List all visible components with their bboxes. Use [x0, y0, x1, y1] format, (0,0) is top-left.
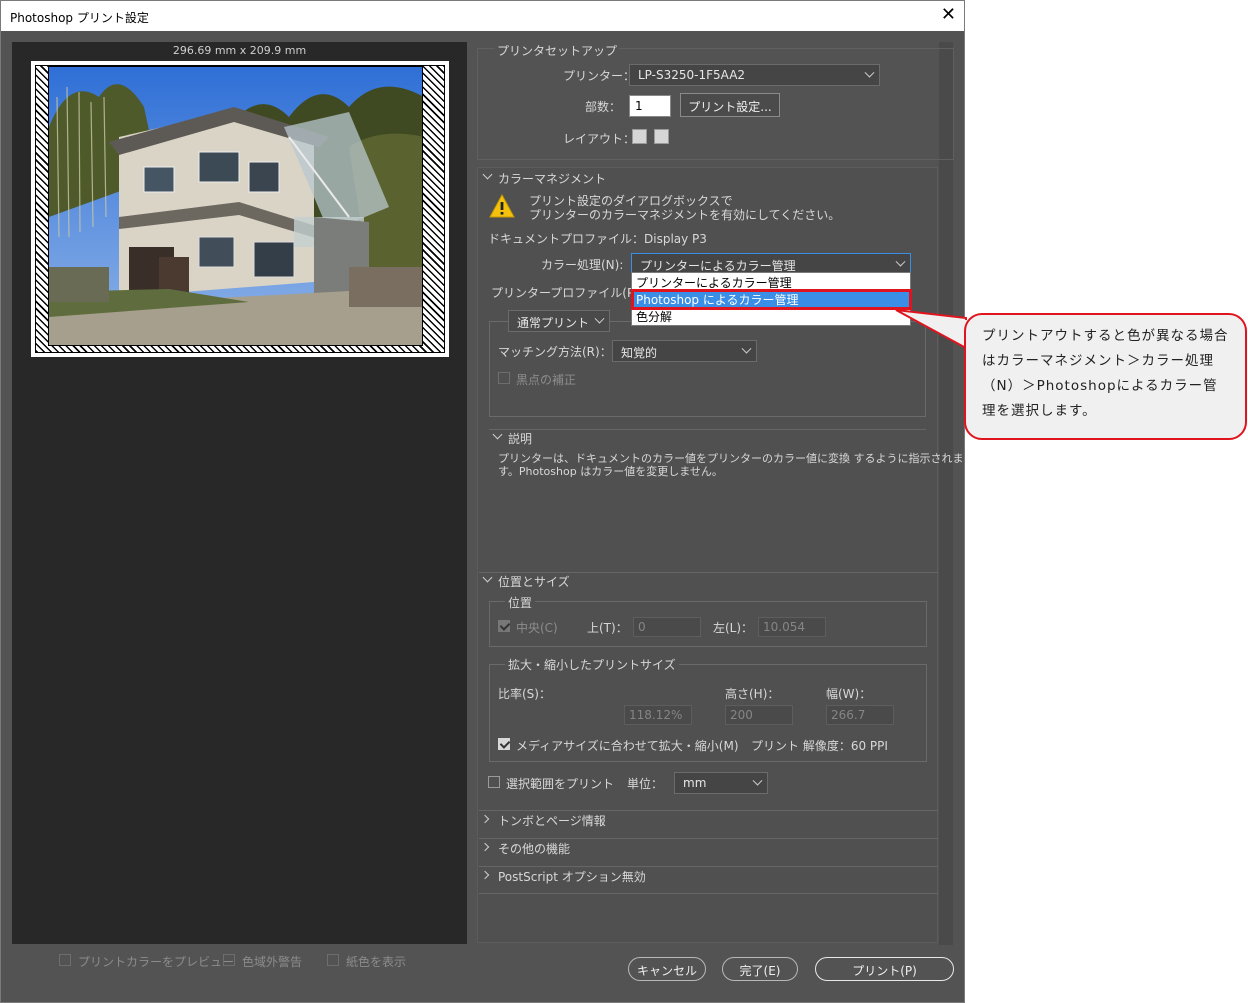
- left-input[interactable]: 10.054: [758, 617, 826, 637]
- copies-label: 部数：: [585, 100, 622, 114]
- print-selection-label: 選択範囲をプリント: [506, 777, 615, 791]
- chevron-down-icon: [752, 775, 763, 786]
- width-label: 幅(W)：: [826, 687, 872, 701]
- top-label: 上(T)：: [587, 621, 628, 635]
- show-paper-white-label: 紙色を表示: [346, 955, 407, 969]
- chevron-down-icon: [741, 343, 752, 354]
- chevron-down-icon: [864, 67, 875, 78]
- position-heading: 位置: [505, 594, 536, 611]
- printer-profile-label: プリンタープロファイル(P)：: [491, 286, 651, 300]
- rendering-select[interactable]: 知覚的: [612, 340, 757, 362]
- section-marks[interactable]: トンボとページ情報: [498, 812, 606, 829]
- document-profile: ドキュメントプロファイル：Display P3: [488, 232, 707, 246]
- print-button[interactable]: プリント(P): [815, 957, 954, 981]
- done-button[interactable]: 完了(E): [722, 957, 798, 981]
- color-management-heading[interactable]: カラーマネジメント: [498, 170, 606, 187]
- print-settings-button[interactable]: プリント設定...: [680, 93, 780, 117]
- width-input[interactable]: 266.7: [826, 705, 894, 725]
- gamut-warning-checkbox[interactable]: [223, 954, 235, 966]
- divider: [479, 866, 938, 867]
- paper-dimensions: 296.69 mm x 209.9 mm: [172, 44, 307, 57]
- center-checkbox[interactable]: [498, 620, 510, 632]
- printer-setup-heading: プリンタセットアップ: [495, 42, 620, 59]
- scaled-size-heading: 拡大・縮小したプリントサイズ: [505, 656, 679, 673]
- portrait-layout-icon[interactable]: [632, 129, 647, 144]
- height-label: 高さ(H)：: [725, 687, 780, 701]
- units-value: mm: [683, 776, 707, 790]
- preview-print-color-label: プリントカラーをプレビュー: [78, 955, 235, 969]
- preview-panel: 296.69 mm x 209.9 mm: [12, 42, 467, 944]
- printer-label: プリンター：: [563, 69, 636, 83]
- rendering-label: マッチング方法(R)：: [498, 345, 612, 359]
- show-paper-white-checkbox[interactable]: [327, 954, 339, 966]
- title-bar: Photoshop プリント設定 ✕: [1, 1, 964, 31]
- scale-label: 比率(S)：: [498, 687, 551, 701]
- gamut-warning-label: 色域外警告: [242, 955, 303, 969]
- print-resolution: プリント 解像度：60 PPI: [751, 739, 888, 753]
- printer-select-value: LP-S3250-1F5AA2: [638, 68, 746, 82]
- color-handling-label: カラー処理(N):: [541, 258, 624, 272]
- left-label: 左(L)：: [713, 621, 754, 635]
- units-label: 単位：: [627, 777, 664, 791]
- divider: [489, 429, 926, 430]
- highlight-box: [631, 289, 912, 310]
- description-heading[interactable]: 説明: [508, 430, 532, 447]
- top-input[interactable]: 0: [633, 617, 701, 637]
- position-size-heading[interactable]: 位置とサイズ: [498, 573, 570, 590]
- option-separations[interactable]: 色分解: [632, 308, 910, 325]
- copies-input[interactable]: 1: [629, 95, 671, 117]
- units-select[interactable]: mm: [674, 772, 768, 794]
- landscape-layout-icon[interactable]: [654, 129, 669, 144]
- rendering-value: 知覚的: [621, 346, 658, 360]
- divider: [479, 893, 938, 894]
- window-title: Photoshop プリント設定: [10, 11, 149, 25]
- callout-pointer: [895, 309, 968, 350]
- color-handling-value: プリンターによるカラー管理: [640, 259, 796, 273]
- photo-preview: [48, 66, 423, 346]
- section-postscript[interactable]: PostScript オプション無効: [498, 868, 646, 885]
- section-other-functions[interactable]: その他の機能: [498, 840, 570, 857]
- layout-label: レイアウト：: [563, 132, 636, 146]
- print-selection-checkbox[interactable]: [488, 776, 500, 788]
- printer-select[interactable]: LP-S3250-1F5AA2: [629, 64, 880, 86]
- chevron-down-icon: [895, 256, 906, 267]
- print-settings-window: Photoshop プリント設定 ✕ 296.69 mm x 209.9 mm: [0, 0, 965, 1003]
- chevron-down-icon: [594, 313, 605, 324]
- fit-media-checkbox[interactable]: [498, 738, 510, 750]
- warning-text-2: プリンターのカラーマネジメントを有効にしてください。: [529, 208, 841, 222]
- center-label: 中央(C): [516, 621, 558, 635]
- annotation-callout: プリントアウトすると色が異なる場合はカラーマネジメント＞カラー処理（N）＞Pho…: [964, 313, 1247, 440]
- description-line-2: す。Photoshop はカラー値を変更しません。: [498, 465, 723, 478]
- cancel-button[interactable]: キャンセル: [628, 957, 706, 981]
- preview-print-color-checkbox[interactable]: [59, 954, 71, 966]
- close-icon[interactable]: ✕: [941, 4, 956, 25]
- print-mode-select[interactable]: 通常プリント: [508, 310, 610, 332]
- height-input[interactable]: 200: [725, 705, 793, 725]
- divider: [479, 810, 938, 811]
- scale-input[interactable]: 118.12%: [624, 705, 692, 725]
- paper-preview: [31, 61, 449, 357]
- warning-icon: [489, 194, 515, 218]
- fit-media-label: メディアサイズに合わせて拡大・縮小(M): [516, 739, 739, 753]
- divider: [479, 838, 938, 839]
- options-scrollbar[interactable]: [939, 42, 953, 945]
- black-point-label: 黒点の補正: [516, 373, 577, 387]
- matching-section: [489, 321, 926, 417]
- print-mode-value: 通常プリント: [517, 316, 590, 330]
- black-point-checkbox[interactable]: [498, 372, 510, 384]
- house-photo: [49, 67, 422, 345]
